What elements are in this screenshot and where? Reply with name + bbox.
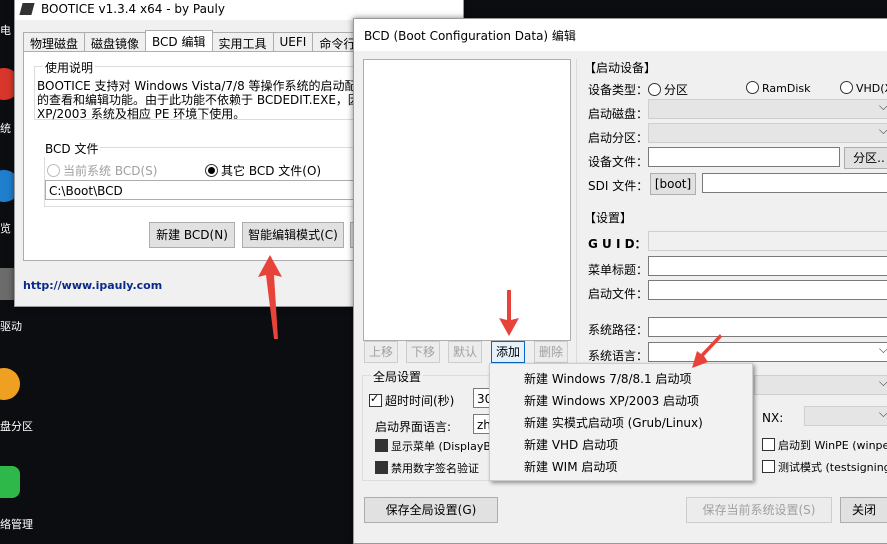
- menu-item-winxp[interactable]: 新建 Windows XP/2003 启动项: [524, 392, 699, 409]
- sdi-file-field[interactable]: [702, 173, 887, 193]
- testsigning-checkbox[interactable]: 测试模式 (testsigning): [762, 459, 887, 475]
- settings-header: 【设置】: [584, 211, 633, 225]
- save-global-button[interactable]: 保存全局设置(G): [364, 497, 498, 523]
- close-button[interactable]: 关闭: [840, 497, 887, 523]
- menu-item-wim[interactable]: 新建 WIM 启动项: [524, 458, 617, 475]
- nx-label: NX:: [762, 411, 784, 425]
- bcd-window-title: BCD (Boot Configuration Data) 编辑: [364, 29, 576, 43]
- add-entry-button[interactable]: 添加: [491, 341, 525, 363]
- tab-disk-image[interactable]: 磁盘镜像: [84, 32, 147, 53]
- main-window-title: BOOTICE v1.3.4 x64 - by Pauly: [41, 2, 225, 16]
- bcd-path-field[interactable]: C:\Boot\BCD: [45, 180, 363, 200]
- website-link[interactable]: http://www.ipauly.com: [23, 279, 162, 292]
- usage-legend: 使用说明: [43, 59, 96, 76]
- desktop-label-2[interactable]: 统: [0, 120, 11, 136]
- usage-text-line3: XP/2003 系统及相应 PE 环境下使用。: [37, 107, 246, 121]
- boot-sdi-button[interactable]: [boot]: [650, 173, 696, 195]
- disable-signature-checkbox[interactable]: 禁用数字签名验证: [375, 460, 479, 476]
- tab-physical-disk[interactable]: 物理磁盘: [23, 32, 86, 53]
- desktop-label-4[interactable]: 驱动: [0, 318, 22, 334]
- new-bcd-button[interactable]: 新建 BCD(N): [149, 222, 235, 248]
- add-entry-context-menu: 新建 Windows 7/8/8.1 启动项 新建 Windows XP/200…: [489, 363, 753, 481]
- system-path-label: 系统路径：: [588, 323, 649, 337]
- system-lang-select[interactable]: [648, 342, 887, 362]
- menu-title-field[interactable]: [648, 256, 887, 276]
- move-up-button[interactable]: 上移: [364, 341, 398, 363]
- boot-partition-label: 启动分区：: [588, 131, 649, 145]
- guid-field[interactable]: [648, 231, 887, 251]
- arrow-down-icon: [499, 290, 519, 336]
- opt-vhd[interactable]: VHD(X): [840, 81, 887, 95]
- guid-label: G U I D：: [588, 237, 647, 251]
- radio-current-bcd[interactable]: 当前系统 BCD(S): [47, 162, 157, 179]
- boot-entry-list[interactable]: [363, 59, 571, 341]
- bcd-file-legend: BCD 文件: [43, 140, 101, 157]
- app-logo-icon: [19, 3, 35, 15]
- tab-uefi[interactable]: UEFI: [272, 32, 314, 53]
- set-default-button[interactable]: 默认: [448, 341, 482, 363]
- disable-signature-label: 禁用数字签名验证: [391, 462, 479, 475]
- partition-tool-icon[interactable]: [0, 368, 20, 400]
- opt-ramdisk[interactable]: RamDisk: [746, 81, 811, 95]
- radio-current-label: 当前系统 BCD(S): [63, 164, 158, 178]
- tab-bcd-edit[interactable]: BCD 编辑: [145, 30, 213, 53]
- opt-vhd-label: VHD(X): [856, 82, 887, 95]
- partition-browse-button[interactable]: 分区..: [844, 147, 887, 169]
- save-current-button[interactable]: 保存当前系统设置(S): [686, 497, 832, 523]
- boot-disk-select[interactable]: [648, 99, 887, 119]
- system-lang-label: 系统语言：: [588, 349, 649, 363]
- move-down-button[interactable]: 下移: [406, 341, 440, 363]
- smart-edit-button[interactable]: 智能编辑模式(C): [242, 222, 344, 248]
- ui-lang-label: 启动界面语言:: [375, 420, 452, 434]
- main-titlebar[interactable]: BOOTICE v1.3.4 x64 - by Pauly: [15, 0, 463, 20]
- menu-item-win7[interactable]: 新建 Windows 7/8/8.1 启动项: [524, 370, 691, 387]
- radio-other-bcd[interactable]: 其它 BCD 文件(O): [205, 162, 321, 179]
- opt-ramdisk-label: RamDisk: [762, 82, 811, 95]
- boot-device-header: 【启动设备】: [584, 61, 657, 75]
- show-menu-label: 显示菜单 (DisplayBo: [391, 440, 498, 453]
- main-tabs: 物理磁盘 磁盘镜像 BCD 编辑 实用工具 UEFI 命令行参: [23, 30, 375, 53]
- tab-utilities[interactable]: 实用工具: [211, 32, 274, 53]
- desktop-label-5[interactable]: 盘分区: [0, 418, 33, 434]
- radio-other-label: 其它 BCD 文件(O): [221, 164, 322, 178]
- arrow-up-icon: [258, 255, 282, 339]
- testsigning-label: 测试模式 (testsigning): [778, 461, 887, 474]
- device-file-field[interactable]: [648, 147, 840, 167]
- sdi-file-label: SDI 文件：: [588, 179, 649, 193]
- boot-partition-select[interactable]: [648, 123, 887, 143]
- delete-entry-button[interactable]: 删除: [534, 341, 568, 363]
- show-menu-checkbox[interactable]: 显示菜单 (DisplayBo: [375, 438, 498, 454]
- extra-option-select[interactable]: [754, 375, 887, 395]
- menu-item-realmode[interactable]: 新建 实模式启动项 (Grub/Linux): [524, 414, 703, 431]
- desktop-label-6[interactable]: 络管理: [0, 516, 33, 532]
- opt-partition[interactable]: 分区: [648, 81, 688, 98]
- device-type-label: 设备类型：: [588, 83, 649, 97]
- arrow-downleft-icon: [692, 334, 722, 368]
- device-file-label: 设备文件：: [588, 155, 649, 169]
- nx-select[interactable]: [804, 406, 887, 426]
- boot-disk-label: 启动磁盘：: [588, 107, 649, 121]
- desktop-label-3[interactable]: 览: [0, 220, 11, 236]
- menu-title-label: 菜单标题：: [588, 263, 649, 277]
- opt-partition-label: 分区: [664, 83, 689, 97]
- bcd-titlebar[interactable]: BCD (Boot Configuration Data) 编辑: [354, 19, 887, 51]
- network-mgr-icon[interactable]: [0, 466, 20, 498]
- desktop-label-1: 电: [0, 24, 11, 37]
- boot-file-field[interactable]: [648, 280, 887, 300]
- menu-item-vhd[interactable]: 新建 VHD 启动项: [524, 436, 618, 453]
- winpe-checkbox[interactable]: 启动到 WinPE (winpe): [762, 437, 887, 453]
- boot-file-label: 启动文件：: [588, 287, 649, 301]
- system-path-field[interactable]: [648, 317, 887, 337]
- timeout-label: 超时时间(秒): [385, 394, 455, 408]
- timeout-checkbox[interactable]: 超时时间(秒): [369, 392, 454, 409]
- global-settings-legend: 全局设置: [371, 368, 424, 385]
- winpe-label: 启动到 WinPE (winpe): [778, 439, 887, 452]
